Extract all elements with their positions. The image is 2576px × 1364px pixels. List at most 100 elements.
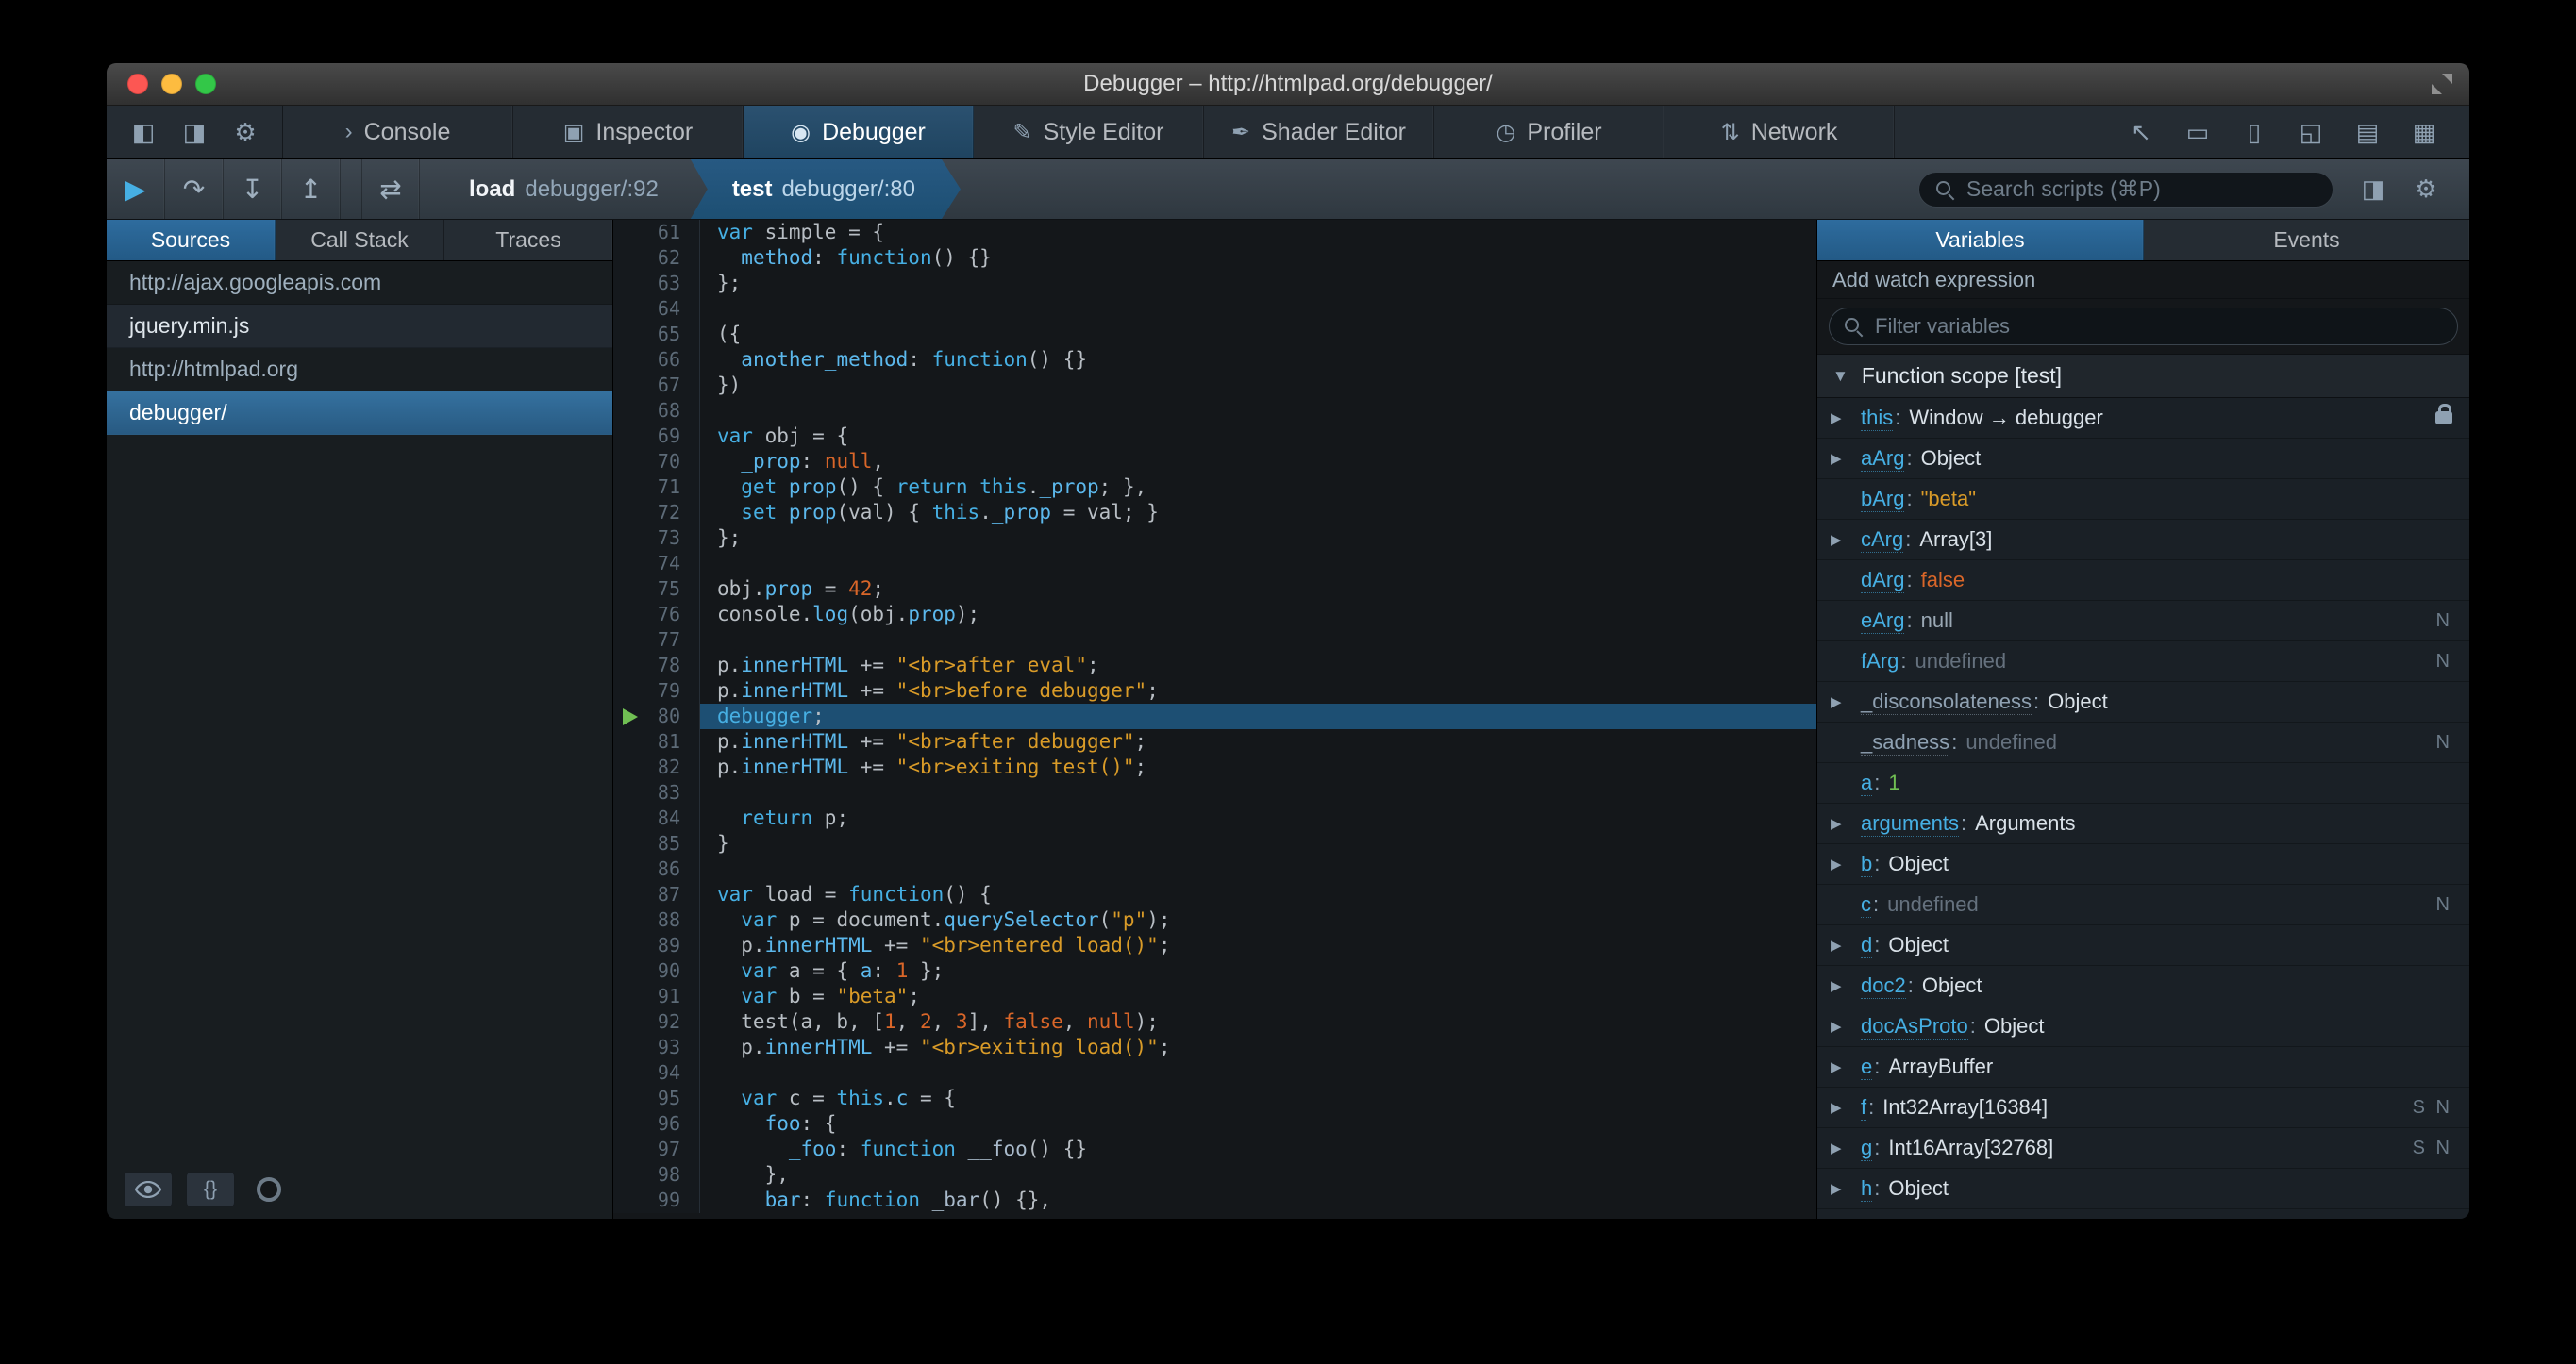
- split-console-icon[interactable]: ▭: [2173, 114, 2222, 150]
- line-number[interactable]: 84: [613, 806, 700, 831]
- filter-variables-input[interactable]: Filter variables: [1829, 308, 2458, 345]
- line-number[interactable]: 66: [613, 347, 700, 373]
- expand-arrow-icon[interactable]: ▶: [1831, 409, 1861, 426]
- variable-row[interactable]: ▶ g: Int16Array[32768] S N: [1817, 1128, 2469, 1169]
- tab-debugger[interactable]: ◉ Debugger: [744, 106, 974, 158]
- line-number[interactable]: 72: [613, 500, 700, 525]
- tab-call-stack[interactable]: Call Stack: [276, 220, 444, 260]
- source-item[interactable]: http://htmlpad.org: [107, 348, 612, 391]
- expand-arrow-icon[interactable]: ▶: [1831, 1058, 1861, 1075]
- scope-header[interactable]: ▼ Function scope [test]: [1817, 355, 2469, 398]
- line-number[interactable]: 81: [613, 729, 700, 755]
- line-number[interactable]: 86: [613, 857, 700, 882]
- line-number[interactable]: 71: [613, 474, 700, 500]
- line-number[interactable]: 99: [613, 1188, 700, 1213]
- expand-arrow-icon[interactable]: ▶: [1831, 531, 1861, 548]
- tab-sources[interactable]: Sources: [107, 220, 276, 260]
- debugger-settings-gear-icon[interactable]: ⚙: [2401, 172, 2451, 208]
- minimize-window-button[interactable]: [161, 74, 182, 94]
- resume-button[interactable]: ▶: [107, 159, 165, 219]
- tab-inspector[interactable]: ▣ Inspector: [513, 106, 744, 158]
- variable-row[interactable]: ▶ aArg: Object: [1817, 439, 2469, 479]
- expand-arrow-icon[interactable]: ▶: [1831, 937, 1861, 954]
- line-number[interactable]: 61: [613, 220, 700, 245]
- expand-arrow-icon[interactable]: ▶: [1831, 1180, 1861, 1197]
- step-in-button[interactable]: ↧: [224, 159, 282, 219]
- blackbox-button[interactable]: [248, 1172, 290, 1207]
- variable-row[interactable]: a:1: [1817, 763, 2469, 804]
- toggle-visibility-button[interactable]: [124, 1172, 173, 1207]
- line-number[interactable]: 79: [613, 678, 700, 704]
- line-number[interactable]: 73: [613, 525, 700, 551]
- variable-row[interactable]: c: undefined N: [1817, 885, 2469, 925]
- toggle-panel-icon[interactable]: ◨: [2349, 172, 2398, 208]
- line-number[interactable]: 78: [613, 653, 700, 678]
- line-number[interactable]: 65: [613, 322, 700, 347]
- variable-row[interactable]: ▶ arguments: Arguments: [1817, 804, 2469, 844]
- variable-row[interactable]: ▶ e: ArrayBuffer: [1817, 1047, 2469, 1088]
- line-number[interactable]: 87: [613, 882, 700, 907]
- source-item[interactable]: debugger/: [107, 391, 612, 435]
- line-number[interactable]: 98: [613, 1162, 700, 1188]
- line-number[interactable]: 92: [613, 1009, 700, 1035]
- line-number[interactable]: 64: [613, 296, 700, 322]
- close-window-button[interactable]: [127, 74, 148, 94]
- line-number[interactable]: 80: [613, 704, 700, 729]
- variable-row[interactable]: _sadness: undefined N: [1817, 723, 2469, 763]
- line-number[interactable]: 85: [613, 831, 700, 857]
- line-number[interactable]: 95: [613, 1086, 700, 1111]
- variable-row[interactable]: ▶ cArg: Array[3]: [1817, 520, 2469, 560]
- breadcrumb-test[interactable]: test debugger/:80: [691, 159, 961, 219]
- step-over-button[interactable]: ↷: [165, 159, 224, 219]
- paint-flashing-icon[interactable]: ◱: [2286, 114, 2335, 150]
- titlebar[interactable]: Debugger – http://htmlpad.org/debugger/: [107, 63, 2469, 106]
- variable-row[interactable]: ▶ b: Object: [1817, 844, 2469, 885]
- source-item[interactable]: http://ajax.googleapis.com: [107, 261, 612, 305]
- line-number[interactable]: 83: [613, 780, 700, 806]
- variable-row[interactable]: ▶ doc2: Object: [1817, 966, 2469, 1006]
- expand-arrow-icon[interactable]: ▶: [1831, 977, 1861, 994]
- variable-row[interactable]: dArg: false: [1817, 560, 2469, 601]
- line-number[interactable]: 91: [613, 984, 700, 1009]
- settings-gear-icon[interactable]: ⚙: [224, 115, 267, 149]
- expand-arrow-icon[interactable]: ▶: [1831, 1099, 1861, 1116]
- tab-variables[interactable]: Variables: [1817, 220, 2144, 260]
- script-search-input[interactable]: Search scripts (⌘P): [1918, 171, 2333, 208]
- line-number[interactable]: 62: [613, 245, 700, 271]
- tab-style-editor[interactable]: ✎ Style Editor: [974, 106, 1204, 158]
- dock-side-icon[interactable]: ◧: [122, 115, 165, 149]
- variable-row[interactable]: fArg: undefined N: [1817, 641, 2469, 682]
- line-number[interactable]: 69: [613, 424, 700, 449]
- line-number[interactable]: 94: [613, 1060, 700, 1086]
- line-number[interactable]: 82: [613, 755, 700, 780]
- scratchpad-icon[interactable]: ▤: [2343, 114, 2392, 150]
- pick-element-icon[interactable]: ↖: [2116, 114, 2166, 150]
- tab-network[interactable]: ⇅ Network: [1664, 106, 1895, 158]
- tilt-3d-icon[interactable]: ▦: [2400, 114, 2449, 150]
- variable-row[interactable]: ▶ this: Window → debugger: [1817, 398, 2469, 439]
- line-number[interactable]: 90: [613, 958, 700, 984]
- line-number[interactable]: 76: [613, 602, 700, 627]
- variable-row[interactable]: ▶ f: Int32Array[16384] S N: [1817, 1088, 2469, 1128]
- expand-arrow-icon[interactable]: ▶: [1831, 450, 1861, 467]
- code-editor[interactable]: 61 var simple = {62 method: function() {}…: [613, 220, 1816, 1219]
- expand-arrow-icon[interactable]: ▶: [1831, 1018, 1861, 1035]
- line-number[interactable]: 68: [613, 398, 700, 424]
- resize-window-icon[interactable]: [2430, 72, 2454, 96]
- line-number[interactable]: 74: [613, 551, 700, 576]
- line-number[interactable]: 96: [613, 1111, 700, 1137]
- tab-shader-editor[interactable]: ✒ Shader Editor: [1204, 106, 1434, 158]
- line-number[interactable]: 89: [613, 933, 700, 958]
- tab-profiler[interactable]: ◷ Profiler: [1434, 106, 1664, 158]
- variable-row[interactable]: ▶ d: Object: [1817, 925, 2469, 966]
- line-number[interactable]: 75: [613, 576, 700, 602]
- breadcrumb-load[interactable]: load debugger/:92: [437, 159, 691, 219]
- variable-row[interactable]: ▶ _disconsolateness: Object: [1817, 682, 2469, 723]
- pretty-print-button[interactable]: {}: [186, 1172, 235, 1207]
- add-watch-expression[interactable]: Add watch expression: [1817, 261, 2469, 299]
- toggle-pause-exceptions-button[interactable]: ⇄: [361, 159, 420, 219]
- expand-arrow-icon[interactable]: ▶: [1831, 815, 1861, 832]
- line-number[interactable]: 97: [613, 1137, 700, 1162]
- expand-arrow-icon[interactable]: ▶: [1831, 693, 1861, 710]
- expand-arrow-icon[interactable]: ▶: [1831, 856, 1861, 873]
